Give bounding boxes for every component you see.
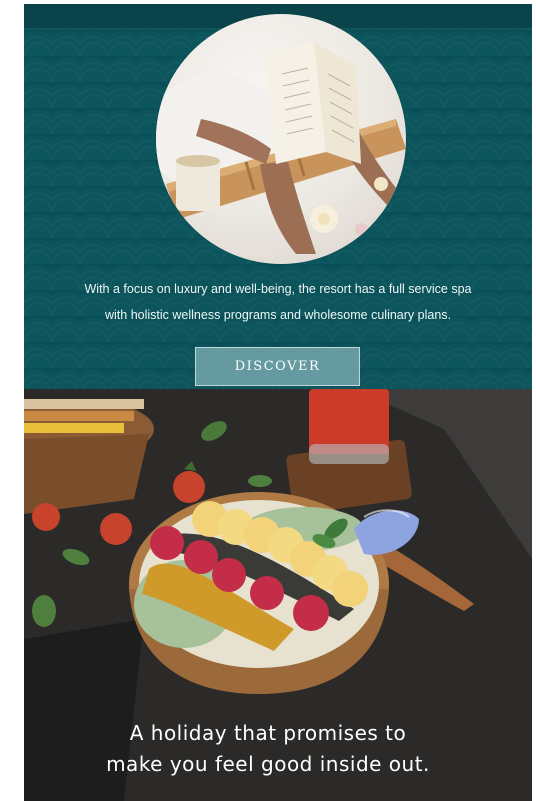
discover-button[interactable]: DISCOVER [195, 347, 360, 386]
tagline-line-1: A holiday that promises to [129, 721, 407, 745]
intro-line-1: With a focus on luxury and well-being, t… [84, 282, 472, 296]
intro-text: With a focus on luxury and well-being, t… [54, 276, 502, 328]
spa-illustration [156, 42, 406, 254]
spa-reading-image [156, 14, 406, 264]
tagline-line-2: make you feel good inside out. [106, 752, 430, 776]
intro-line-2: with holistic wellness programs and whol… [105, 308, 451, 322]
tagline: A holiday that promises to make you feel… [0, 718, 536, 780]
spa-section: With a focus on luxury and well-being, t… [24, 4, 532, 389]
